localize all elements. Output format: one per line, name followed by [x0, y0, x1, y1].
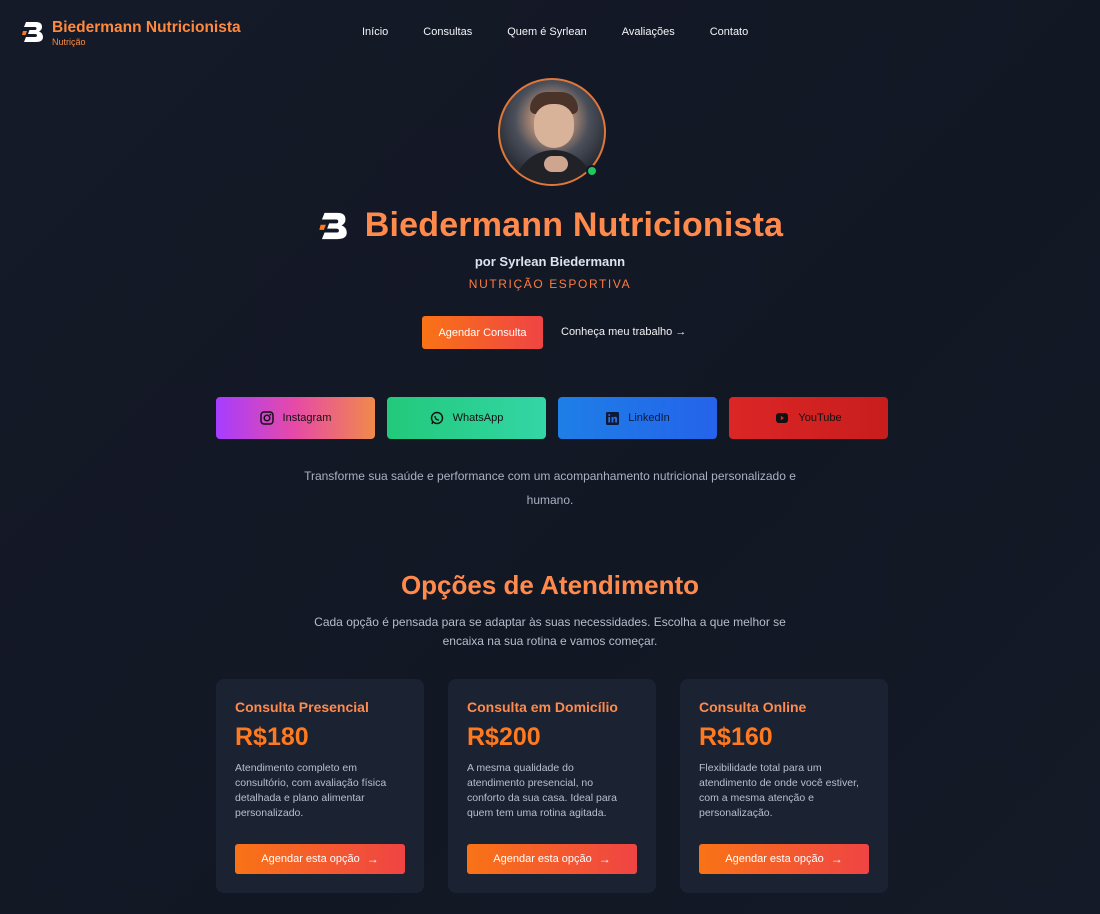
button-label: Agendar esta opção — [493, 853, 592, 865]
hero-intro: Transforme sua saúde e performance com u… — [304, 469, 796, 507]
options-subtitle: Cada opção é pensada para se adaptar às … — [314, 615, 786, 648]
button-label: Agendar esta opção — [261, 853, 360, 865]
whatsapp-icon — [430, 411, 444, 425]
hero-title-row: Biedermann Nutricionista — [0, 206, 1100, 245]
instagram-label: Instagram — [282, 412, 332, 424]
site-header: Biedermann Nutricionista Nutrição Início… — [0, 0, 1100, 66]
whatsapp-button[interactable]: WhatsApp — [387, 397, 546, 439]
brand-name: Biedermann Nutricionista — [52, 19, 241, 36]
schedule-domicilio-button[interactable]: Agendar esta opção → — [467, 844, 637, 874]
social-links: Instagram WhatsApp LinkedIn YouTube — [216, 397, 888, 439]
option-card-title: Consulta Online — [699, 699, 807, 715]
option-card-description: Flexibilidade total para um atendimento … — [699, 762, 859, 819]
arrow-right-icon: → — [830, 852, 843, 866]
online-status-indicator — [586, 165, 598, 177]
nav-link-inicio[interactable]: Início — [362, 26, 388, 38]
profile-avatar — [498, 78, 606, 186]
linkedin-label: LinkedIn — [628, 412, 670, 424]
nav-link-avaliacoes[interactable]: Avaliações — [622, 26, 675, 38]
schedule-presencial-button[interactable]: Agendar esta opção → — [235, 844, 405, 874]
schedule-online-button[interactable]: Agendar esta opção → — [699, 844, 869, 874]
instagram-button[interactable]: Instagram — [216, 397, 375, 439]
option-card-price: R$160 — [699, 723, 773, 751]
main-nav: Início Consultas Quem é Syrlean Avaliaçõ… — [362, 26, 783, 38]
youtube-label: YouTube — [798, 412, 842, 424]
brand[interactable]: Biedermann Nutricionista Nutrição — [22, 19, 241, 47]
nav-link-quem-e-syrlean[interactable]: Quem é Syrlean — [507, 26, 586, 38]
hero-logo-icon — [319, 212, 347, 239]
arrow-right-icon: → — [366, 852, 379, 866]
options-cards: Consulta Presencial R$180 Atendimento co… — [216, 679, 888, 893]
arrow-right-icon: → — [598, 852, 611, 866]
option-card-title: Consulta Presencial — [235, 699, 369, 715]
nav-link-contato[interactable]: Contato — [710, 26, 749, 38]
instagram-icon — [259, 411, 274, 425]
option-card-description: Atendimento completo em consultório, com… — [235, 762, 387, 819]
youtube-button[interactable]: YouTube — [729, 397, 888, 439]
nav-link-consultas[interactable]: Consultas — [423, 26, 472, 38]
hero-author: por Syrlean Biedermann — [474, 254, 626, 269]
brand-logo-icon — [22, 22, 43, 42]
option-card-description: A mesma qualidade do atendimento presenc… — [467, 762, 618, 819]
whatsapp-label: WhatsApp — [452, 412, 504, 424]
schedule-consultation-button[interactable]: Agendar Consulta — [422, 316, 543, 349]
button-label: Agendar esta opção — [725, 853, 824, 865]
brand-subtitle: Nutrição — [52, 37, 86, 47]
linkedin-icon — [605, 411, 619, 425]
linkedin-button[interactable]: LinkedIn — [558, 397, 717, 439]
youtube-icon — [775, 411, 789, 425]
option-card-price: R$200 — [467, 723, 541, 751]
option-card-presencial: Consulta Presencial R$180 Atendimento co… — [216, 679, 424, 893]
option-card-price: R$180 — [235, 723, 309, 751]
learn-more-link[interactable]: Conheça meu trabalho → — [561, 326, 686, 338]
hero-tagline: NUTRIÇÃO ESPORTIVA — [468, 277, 632, 291]
option-card-domicilio: Consulta em Domicílio R$200 A mesma qual… — [448, 679, 656, 893]
hero-title: Biedermann Nutricionista — [364, 206, 784, 244]
options-title: Opções de Atendimento — [400, 570, 700, 600]
option-card-online: Consulta Online R$160 Flexibilidade tota… — [680, 679, 888, 893]
option-card-title: Consulta em Domicílio — [467, 699, 618, 715]
